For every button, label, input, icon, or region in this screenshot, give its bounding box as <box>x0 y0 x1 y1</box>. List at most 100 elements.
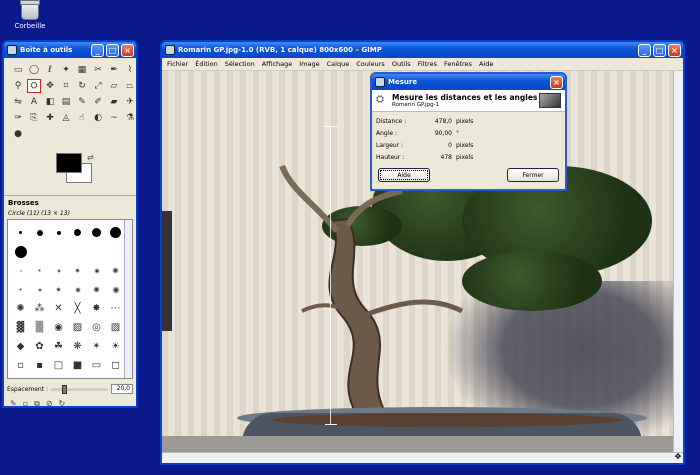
color-select-tool-icon[interactable]: ▦ <box>75 63 89 77</box>
menu-item[interactable]: Édition <box>195 60 218 68</box>
toolbox-titlebar[interactable]: Boîte à outils _ □ × <box>4 42 136 58</box>
menu-item[interactable]: Image <box>299 60 319 68</box>
rect-select-tool-icon[interactable]: ▭ <box>11 63 25 77</box>
brush-preview[interactable]: ✸ <box>87 299 106 318</box>
warp-tool-icon[interactable]: ~ <box>107 111 121 125</box>
brush-preview[interactable]: ▒ <box>30 318 49 337</box>
refresh-brushes-icon[interactable]: ↻ <box>59 399 66 409</box>
close-button[interactable]: Fermer <box>507 168 559 182</box>
edit-brush-icon[interactable]: ✎ <box>10 399 17 409</box>
maximize-icon[interactable]: □ <box>106 43 119 57</box>
swap-colors-icon[interactable]: ⇄ <box>87 153 94 162</box>
brush-preview[interactable]: ▧ <box>106 318 125 337</box>
menu-item[interactable]: Fenêtres <box>444 60 472 68</box>
desktop-recycle-bin[interactable]: Corbeille <box>10 0 50 30</box>
move-tool-icon[interactable]: ✥ <box>43 79 57 93</box>
brush-preview[interactable] <box>49 242 68 261</box>
spacing-value[interactable]: 20,0 <box>111 384 133 394</box>
brush-preview[interactable]: ▪ <box>30 356 49 375</box>
brush-preview[interactable] <box>68 242 87 261</box>
crop-tool-icon[interactable]: ⌗ <box>59 79 73 93</box>
brush-preview[interactable] <box>30 223 49 242</box>
help-button[interactable]: Aide <box>378 168 430 182</box>
menu-item[interactable]: Calque <box>327 60 350 68</box>
horizontal-scrollbar[interactable] <box>162 452 683 463</box>
maximize-icon[interactable]: □ <box>653 43 666 57</box>
fuzzy-select-tool-icon[interactable]: ✦ <box>59 63 73 77</box>
brush-preview[interactable]: ✿ <box>30 337 49 356</box>
menu-item[interactable]: Filtres <box>418 60 437 68</box>
brush-preview[interactable] <box>30 261 49 280</box>
brush-list[interactable]: ✺ ⁂ ✕ ╳ ✸ ⋯ ▓ ▒ ◉ ▨ ◎ ▧ ◆ ✿ ☘ ❋ ✴ ☀ ▫ ▪ □ ■ ▭ ◻ <box>7 219 133 379</box>
brush-preview[interactable] <box>87 280 106 299</box>
brush-preview[interactable] <box>30 280 49 299</box>
perspective-tool-icon[interactable]: ⏢ <box>123 79 137 93</box>
zoom-tool-icon[interactable]: ⚲ <box>11 79 25 93</box>
brush-preview[interactable]: ✕ <box>49 299 68 318</box>
airbrush-tool-icon[interactable]: ✈ <box>123 95 137 109</box>
color-picker-tool-icon[interactable]: ⌇ <box>123 63 137 77</box>
blend-tool-icon[interactable]: ▤ <box>59 95 73 109</box>
rotate-tool-icon[interactable]: ↻ <box>75 79 89 93</box>
smudge-tool-icon[interactable]: ☝ <box>75 111 89 125</box>
heal-tool-icon[interactable]: ✚ <box>43 111 57 125</box>
duplicate-brush-icon[interactable]: ⧉ <box>34 399 40 409</box>
bomb-tool-icon[interactable]: ● <box>11 127 25 141</box>
dodge-tool-icon[interactable]: ◐ <box>91 111 105 125</box>
brush-preview[interactable] <box>68 261 87 280</box>
brush-preview[interactable]: ▭ <box>87 356 106 375</box>
brush-preview[interactable]: ⁂ <box>30 299 49 318</box>
brush-preview[interactable]: ⋯ <box>106 299 125 318</box>
ink-tool-icon[interactable]: ✑ <box>11 111 25 125</box>
clone-tool-icon[interactable]: ⎘ <box>27 111 41 125</box>
brush-preview[interactable]: ◻ <box>106 356 125 375</box>
brush-preview[interactable] <box>106 242 125 261</box>
brush-preview[interactable] <box>11 223 30 242</box>
brush-preview[interactable]: ╳ <box>68 299 87 318</box>
brush-preview[interactable] <box>87 242 106 261</box>
brush-preview[interactable]: ☘ <box>49 337 68 356</box>
paintbrush-tool-icon[interactable]: ✐ <box>91 95 105 109</box>
eraser-tool-icon[interactable]: ▰ <box>107 95 121 109</box>
menu-item[interactable]: Aide <box>479 60 493 68</box>
ellipse-select-tool-icon[interactable]: ◯ <box>27 63 41 77</box>
brush-preview[interactable] <box>11 242 30 261</box>
brush-preview[interactable] <box>87 261 106 280</box>
menu-item[interactable]: Sélection <box>225 60 255 68</box>
brush-preview[interactable]: ✴ <box>87 337 106 356</box>
brush-preview[interactable]: ❋ <box>68 337 87 356</box>
shear-tool-icon[interactable]: ▱ <box>107 79 121 93</box>
image-window-titlebar[interactable]: Romarin GP.jpg-1.0 (RVB, 1 calque) 800x6… <box>162 42 683 58</box>
brush-preview[interactable] <box>49 223 68 242</box>
brush-preview[interactable] <box>68 280 87 299</box>
bucket-fill-tool-icon[interactable]: ◧ <box>43 95 57 109</box>
close-icon[interactable]: × <box>550 75 563 89</box>
brush-preview[interactable] <box>106 280 125 299</box>
free-select-tool-icon[interactable]: ℓ <box>43 63 57 77</box>
minimize-icon[interactable]: _ <box>91 43 104 57</box>
spacing-slider-knob[interactable] <box>62 384 68 394</box>
new-brush-icon[interactable]: ▫ <box>23 399 28 409</box>
brush-preview[interactable]: ✺ <box>11 299 30 318</box>
brush-preview[interactable]: ◆ <box>11 337 30 356</box>
scissors-tool-icon[interactable]: ✂ <box>91 63 105 77</box>
brush-preview[interactable] <box>106 261 125 280</box>
close-icon[interactable]: × <box>121 43 134 57</box>
brush-preview[interactable] <box>11 261 30 280</box>
pencil-tool-icon[interactable]: ✎ <box>75 95 89 109</box>
vertical-scrollbar[interactable] <box>673 71 683 452</box>
brush-preview[interactable]: □ <box>49 356 68 375</box>
brush-preview[interactable] <box>68 223 87 242</box>
menu-item[interactable]: Affichage <box>262 60 293 68</box>
menu-item[interactable]: Fichier <box>167 60 188 68</box>
brush-preview[interactable]: ▓ <box>11 318 30 337</box>
brush-preview[interactable]: ▨ <box>68 318 87 337</box>
brush-preview[interactable] <box>49 261 68 280</box>
foreground-color[interactable] <box>56 153 82 173</box>
convolve-tool-icon[interactable]: ◬ <box>59 111 73 125</box>
spacing-slider[interactable] <box>51 384 108 394</box>
delete-brush-icon[interactable]: ⊘ <box>46 399 53 409</box>
brush-preview[interactable] <box>106 223 125 242</box>
measure-titlebar[interactable]: Mesure × <box>372 74 565 90</box>
menu-item[interactable]: Outils <box>392 60 411 68</box>
